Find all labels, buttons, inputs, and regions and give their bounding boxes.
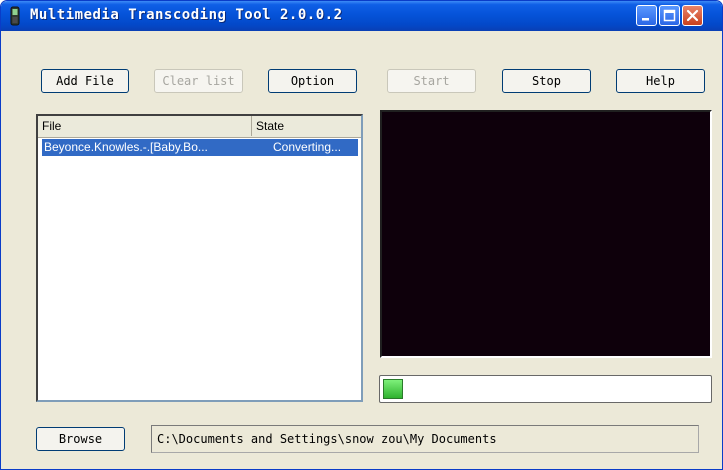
column-header-state[interactable]: State: [252, 116, 360, 136]
stop-button[interactable]: Stop: [502, 69, 591, 93]
window-title: Multimedia Transcoding Tool 2.0.0.2: [30, 7, 343, 23]
minimize-button[interactable]: [636, 5, 657, 26]
clear-list-button[interactable]: Clear list: [154, 69, 243, 93]
progress-bar: [379, 375, 712, 403]
maximize-button[interactable]: [659, 5, 680, 26]
column-header-file[interactable]: File: [38, 116, 252, 136]
output-path-field[interactable]: C:\Documents and Settings\snow zou\My Do…: [151, 425, 699, 453]
title-bar[interactable]: Multimedia Transcoding Tool 2.0.0.2: [1, 1, 722, 31]
minimize-icon: [642, 18, 649, 21]
help-button[interactable]: Help: [616, 69, 705, 93]
browse-button[interactable]: Browse: [36, 427, 125, 451]
progress-fill: [383, 379, 403, 399]
list-item-file: Beyonce.Knowles.-.[Baby.Bo...: [44, 140, 208, 154]
add-file-button[interactable]: Add File: [41, 69, 129, 93]
maximize-icon: [663, 9, 676, 22]
start-button[interactable]: Start: [387, 69, 476, 93]
app-window: Multimedia Transcoding Tool 2.0.0.2 Add …: [0, 0, 723, 470]
app-icon: [10, 6, 20, 26]
video-preview: [380, 110, 712, 358]
file-list[interactable]: File State Beyonce.Knowles.-.[Baby.Bo...…: [36, 114, 363, 402]
list-item-state: Converting...: [273, 140, 342, 154]
list-item[interactable]: Beyonce.Knowles.-.[Baby.Bo... Converting…: [41, 138, 359, 157]
close-icon: [686, 9, 699, 22]
close-button[interactable]: [682, 5, 703, 26]
option-button[interactable]: Option: [268, 69, 357, 93]
file-list-header: File State: [38, 116, 361, 138]
